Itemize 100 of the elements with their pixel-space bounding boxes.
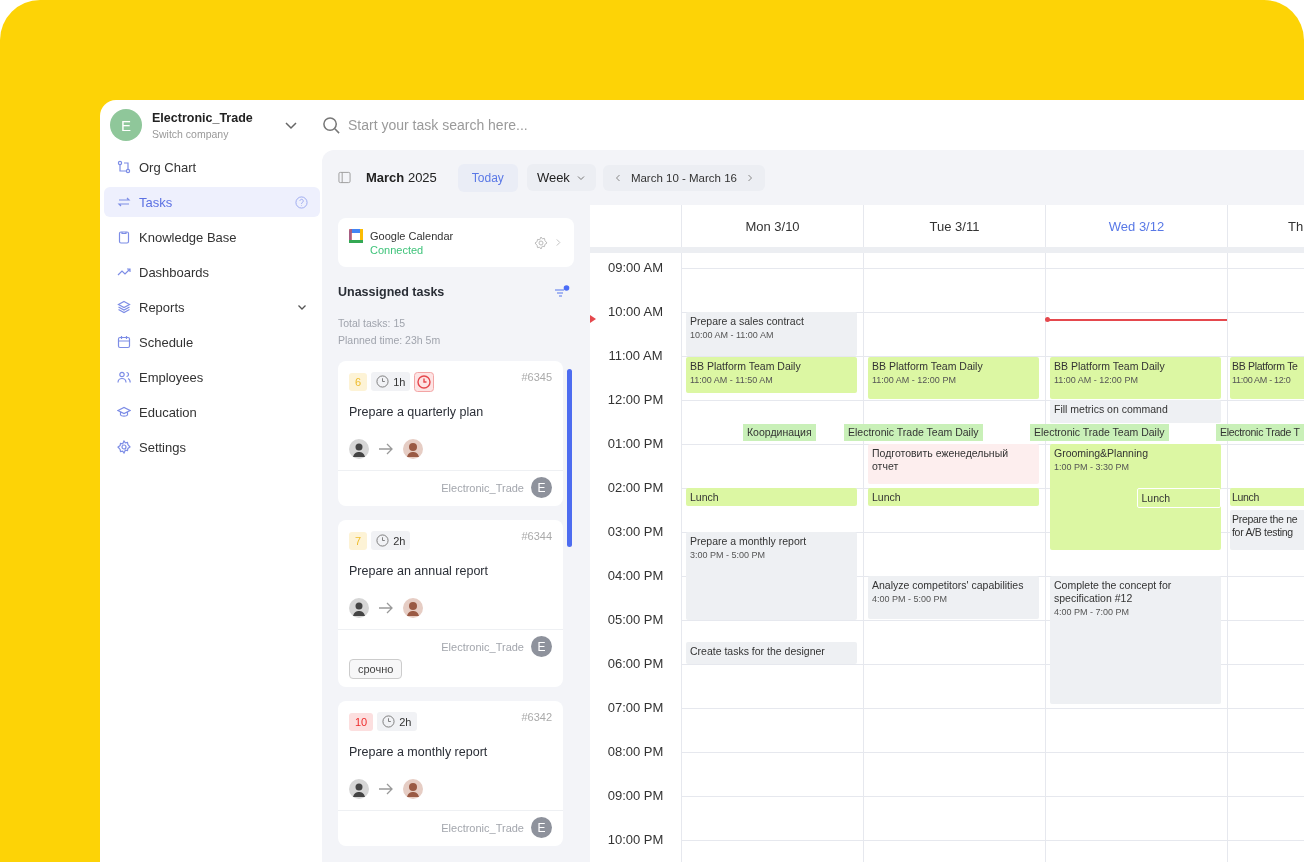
day-header[interactable]: Mon 3/10 bbox=[681, 205, 863, 247]
avatar bbox=[349, 779, 369, 799]
time-label: 04:00 PM bbox=[607, 568, 664, 585]
calendar-event[interactable]: Lunch bbox=[1230, 488, 1304, 507]
duration-badge: 2h bbox=[371, 531, 411, 550]
calendar-event[interactable]: Complete the concept for specification #12 4:00 PM - 7:00 PM bbox=[1050, 576, 1221, 705]
section-title: Unassigned tasks bbox=[338, 285, 445, 299]
task-card[interactable]: 10 2h #6342 Prepare a monthly report Electronic_Trade E bbox=[338, 701, 563, 846]
calendar-event[interactable]: BB Platform Te 11:00 AM - 12:0 bbox=[1230, 357, 1304, 399]
settings-icon[interactable] bbox=[534, 235, 548, 250]
next-icon[interactable] bbox=[745, 172, 755, 183]
company-avatar: E bbox=[110, 109, 142, 141]
month-title: March 2025 bbox=[366, 170, 437, 185]
tasks-icon bbox=[117, 195, 131, 209]
calendar-event[interactable]: Electronic Trade Team Daily bbox=[844, 424, 983, 441]
calendar-event[interactable]: Lunch bbox=[868, 488, 1039, 507]
org-icon bbox=[117, 160, 131, 174]
help-icon[interactable] bbox=[295, 195, 308, 209]
calendar-icon bbox=[117, 335, 131, 349]
nav-item[interactable]: Org Chart bbox=[104, 152, 320, 182]
task-title: Prepare an annual report bbox=[349, 564, 489, 578]
calendar-event[interactable]: BB Platform Team Daily 11:00 AM - 11:50 AM bbox=[686, 357, 857, 393]
time-label: 12:00 PM bbox=[607, 392, 664, 409]
time-label: 03:00 PM bbox=[607, 524, 664, 541]
arrow-right-icon bbox=[378, 442, 394, 456]
book-icon bbox=[117, 230, 131, 244]
avatar bbox=[403, 439, 423, 459]
arrow-right-icon bbox=[378, 782, 394, 796]
integration-status: Connected bbox=[370, 243, 425, 256]
company-avatar: E bbox=[531, 817, 552, 838]
task-card[interactable]: 7 2h #6344 Prepare an annual report Electronic_Trade E срочно bbox=[338, 520, 563, 687]
total-tasks: Total tasks: 15 bbox=[338, 316, 407, 331]
calendar-event[interactable]: Prepare a sales contract 10:00 AM - 11:00 AM bbox=[686, 312, 857, 356]
calendar-event[interactable]: Prepare a monthly report 3:00 PM - 5:00 PM bbox=[686, 532, 857, 620]
arrow-right-icon bbox=[378, 601, 394, 615]
chevron-right-icon[interactable] bbox=[555, 238, 562, 247]
nav-item[interactable]: Schedule bbox=[104, 327, 320, 357]
priority-badge: 10 bbox=[349, 712, 374, 731]
time-label: 08:00 PM bbox=[607, 744, 664, 761]
task-title: Prepare a quarterly plan bbox=[349, 405, 485, 419]
time-label: 10:00 AM bbox=[608, 304, 663, 321]
time-label: 09:00 PM bbox=[607, 788, 664, 805]
day-header[interactable]: Tue 3/11 bbox=[863, 205, 1045, 247]
avatar bbox=[349, 598, 369, 618]
nav-item[interactable]: Dashboards bbox=[104, 257, 320, 287]
calendar-event[interactable]: Lunch bbox=[686, 488, 857, 507]
avatar bbox=[349, 439, 369, 459]
avatar bbox=[403, 779, 423, 799]
nav-item[interactable]: Knowledge Base bbox=[104, 222, 320, 252]
time-label: 09:00 AM bbox=[608, 260, 663, 277]
people-icon bbox=[117, 370, 131, 384]
panel-toggle-icon[interactable] bbox=[338, 171, 351, 184]
time-label: 05:00 PM bbox=[607, 612, 664, 629]
task-id: #6342 bbox=[521, 711, 552, 723]
company-avatar: E bbox=[531, 477, 552, 498]
nav-item[interactable]: Tasks bbox=[104, 187, 320, 217]
company-avatar: E bbox=[531, 636, 552, 657]
calendar-event[interactable]: Analyze competitors' capabilities 4:00 PM - 5:00 PM bbox=[868, 576, 1039, 619]
calendar-event[interactable]: Lunch bbox=[1136, 488, 1221, 508]
planned-time: Planned time: 23h 5m bbox=[338, 333, 442, 348]
calendar-event[interactable]: Create tasks for the designer bbox=[686, 642, 857, 664]
task-id: #6345 bbox=[521, 371, 552, 383]
view-dropdown[interactable]: Week bbox=[526, 164, 596, 191]
task-id: #6344 bbox=[521, 530, 552, 542]
time-label: 07:00 PM bbox=[607, 700, 664, 717]
task-card[interactable]: 6 1h #6345 Prepare a quarterly plan Electronic_Trade E bbox=[338, 361, 563, 506]
integration-name: Google Calendar bbox=[370, 229, 455, 242]
day-header[interactable]: Th bbox=[1227, 205, 1304, 247]
nav-item[interactable]: Employees bbox=[104, 362, 320, 392]
nav-item[interactable]: Education bbox=[104, 397, 320, 427]
switch-company-label: Switch company bbox=[152, 127, 230, 140]
current-time-marker bbox=[590, 315, 596, 324]
task-title: Prepare a monthly report bbox=[349, 745, 489, 759]
search-field[interactable]: Start your task search here... bbox=[346, 116, 750, 134]
calendar-event[interactable]: Координация bbox=[743, 424, 816, 441]
calendar-app-icon bbox=[349, 229, 363, 243]
nav-item[interactable]: Reports bbox=[104, 292, 320, 322]
nav-item[interactable]: Settings bbox=[104, 432, 320, 462]
tag[interactable]: срочно bbox=[349, 659, 403, 679]
calendar-event[interactable]: Electronic Trade T bbox=[1216, 424, 1304, 441]
calendar-event[interactable]: Electronic Trade Team Daily bbox=[1030, 424, 1169, 441]
calendar-event[interactable]: BB Platform Team Daily 11:00 AM - 12:00 PM bbox=[1050, 357, 1221, 399]
duration-badge: 1h bbox=[371, 372, 411, 391]
duration-badge: 2h bbox=[377, 712, 417, 731]
time-label: 06:00 PM bbox=[607, 656, 664, 673]
calendar-event[interactable]: Подготовить еженедельный отчет bbox=[868, 444, 1039, 485]
calendar-event[interactable]: BB Platform Team Daily 11:00 AM - 12:00 PM bbox=[868, 357, 1039, 399]
company-name: Electronic_Trade bbox=[441, 481, 524, 494]
calendar-event[interactable]: Prepare the ne for A/B testing bbox=[1230, 510, 1304, 551]
time-label: 02:00 PM bbox=[607, 480, 664, 497]
calendar-event[interactable]: Fill metrics on command bbox=[1050, 400, 1221, 424]
filter-icon[interactable] bbox=[554, 285, 570, 299]
company-name: Electronic_Trade bbox=[152, 110, 254, 125]
avatar bbox=[403, 598, 423, 618]
time-label: 11:00 AM bbox=[608, 348, 663, 365]
date-range: March 10 - March 16 bbox=[630, 171, 737, 184]
integration-card[interactable]: Google Calendar Connected bbox=[338, 218, 574, 267]
day-header[interactable]: Wed 3/12 bbox=[1045, 205, 1227, 247]
priority-badge: 7 bbox=[349, 531, 368, 550]
company-name: Electronic_Trade bbox=[441, 821, 524, 834]
